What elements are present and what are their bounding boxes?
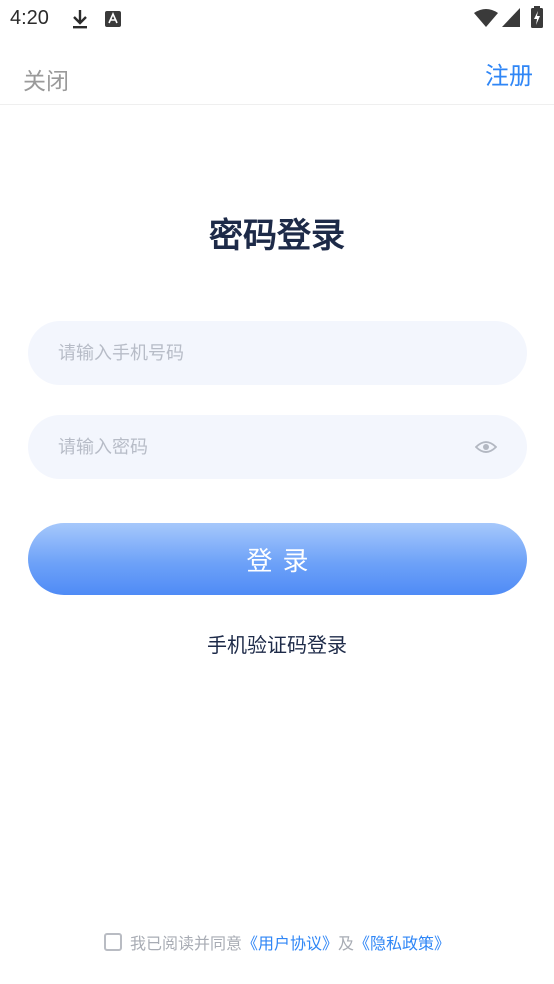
download-icon bbox=[73, 10, 87, 29]
user-agreement-link[interactable]: 《用户协议》 bbox=[242, 930, 338, 954]
phone-field bbox=[28, 321, 527, 385]
battery-charging-icon bbox=[531, 6, 543, 28]
login-button[interactable]: 登录 bbox=[28, 523, 527, 595]
agreement-prefix: 我已阅读并同意 bbox=[129, 934, 242, 953]
app-notification-icon bbox=[105, 11, 121, 27]
close-button[interactable]: 关闭 bbox=[23, 62, 69, 96]
agreement-and: 及 bbox=[338, 934, 355, 953]
password-field bbox=[28, 415, 527, 479]
top-bar: 关闭 注册 bbox=[0, 42, 554, 105]
sms-login-link[interactable]: 手机验证码登录 bbox=[0, 629, 554, 658]
register-button[interactable]: 注册 bbox=[485, 56, 533, 91]
status-bar: 4:20 bbox=[0, 0, 554, 38]
eye-icon[interactable] bbox=[475, 437, 497, 457]
privacy-policy-link[interactable]: 《隐私政策》 bbox=[354, 930, 450, 954]
wifi-icon bbox=[474, 9, 498, 27]
agreement-checkbox[interactable] bbox=[103, 933, 122, 951]
status-time: 4:20 bbox=[10, 7, 49, 29]
signal-icon bbox=[502, 8, 520, 27]
agreement-row: 我已阅读并同意 《用户协议》 及 《隐私政策》 bbox=[0, 929, 554, 955]
page-title: 密码登录 bbox=[209, 216, 345, 256]
password-input[interactable] bbox=[28, 415, 527, 479]
phone-input[interactable] bbox=[28, 321, 527, 385]
